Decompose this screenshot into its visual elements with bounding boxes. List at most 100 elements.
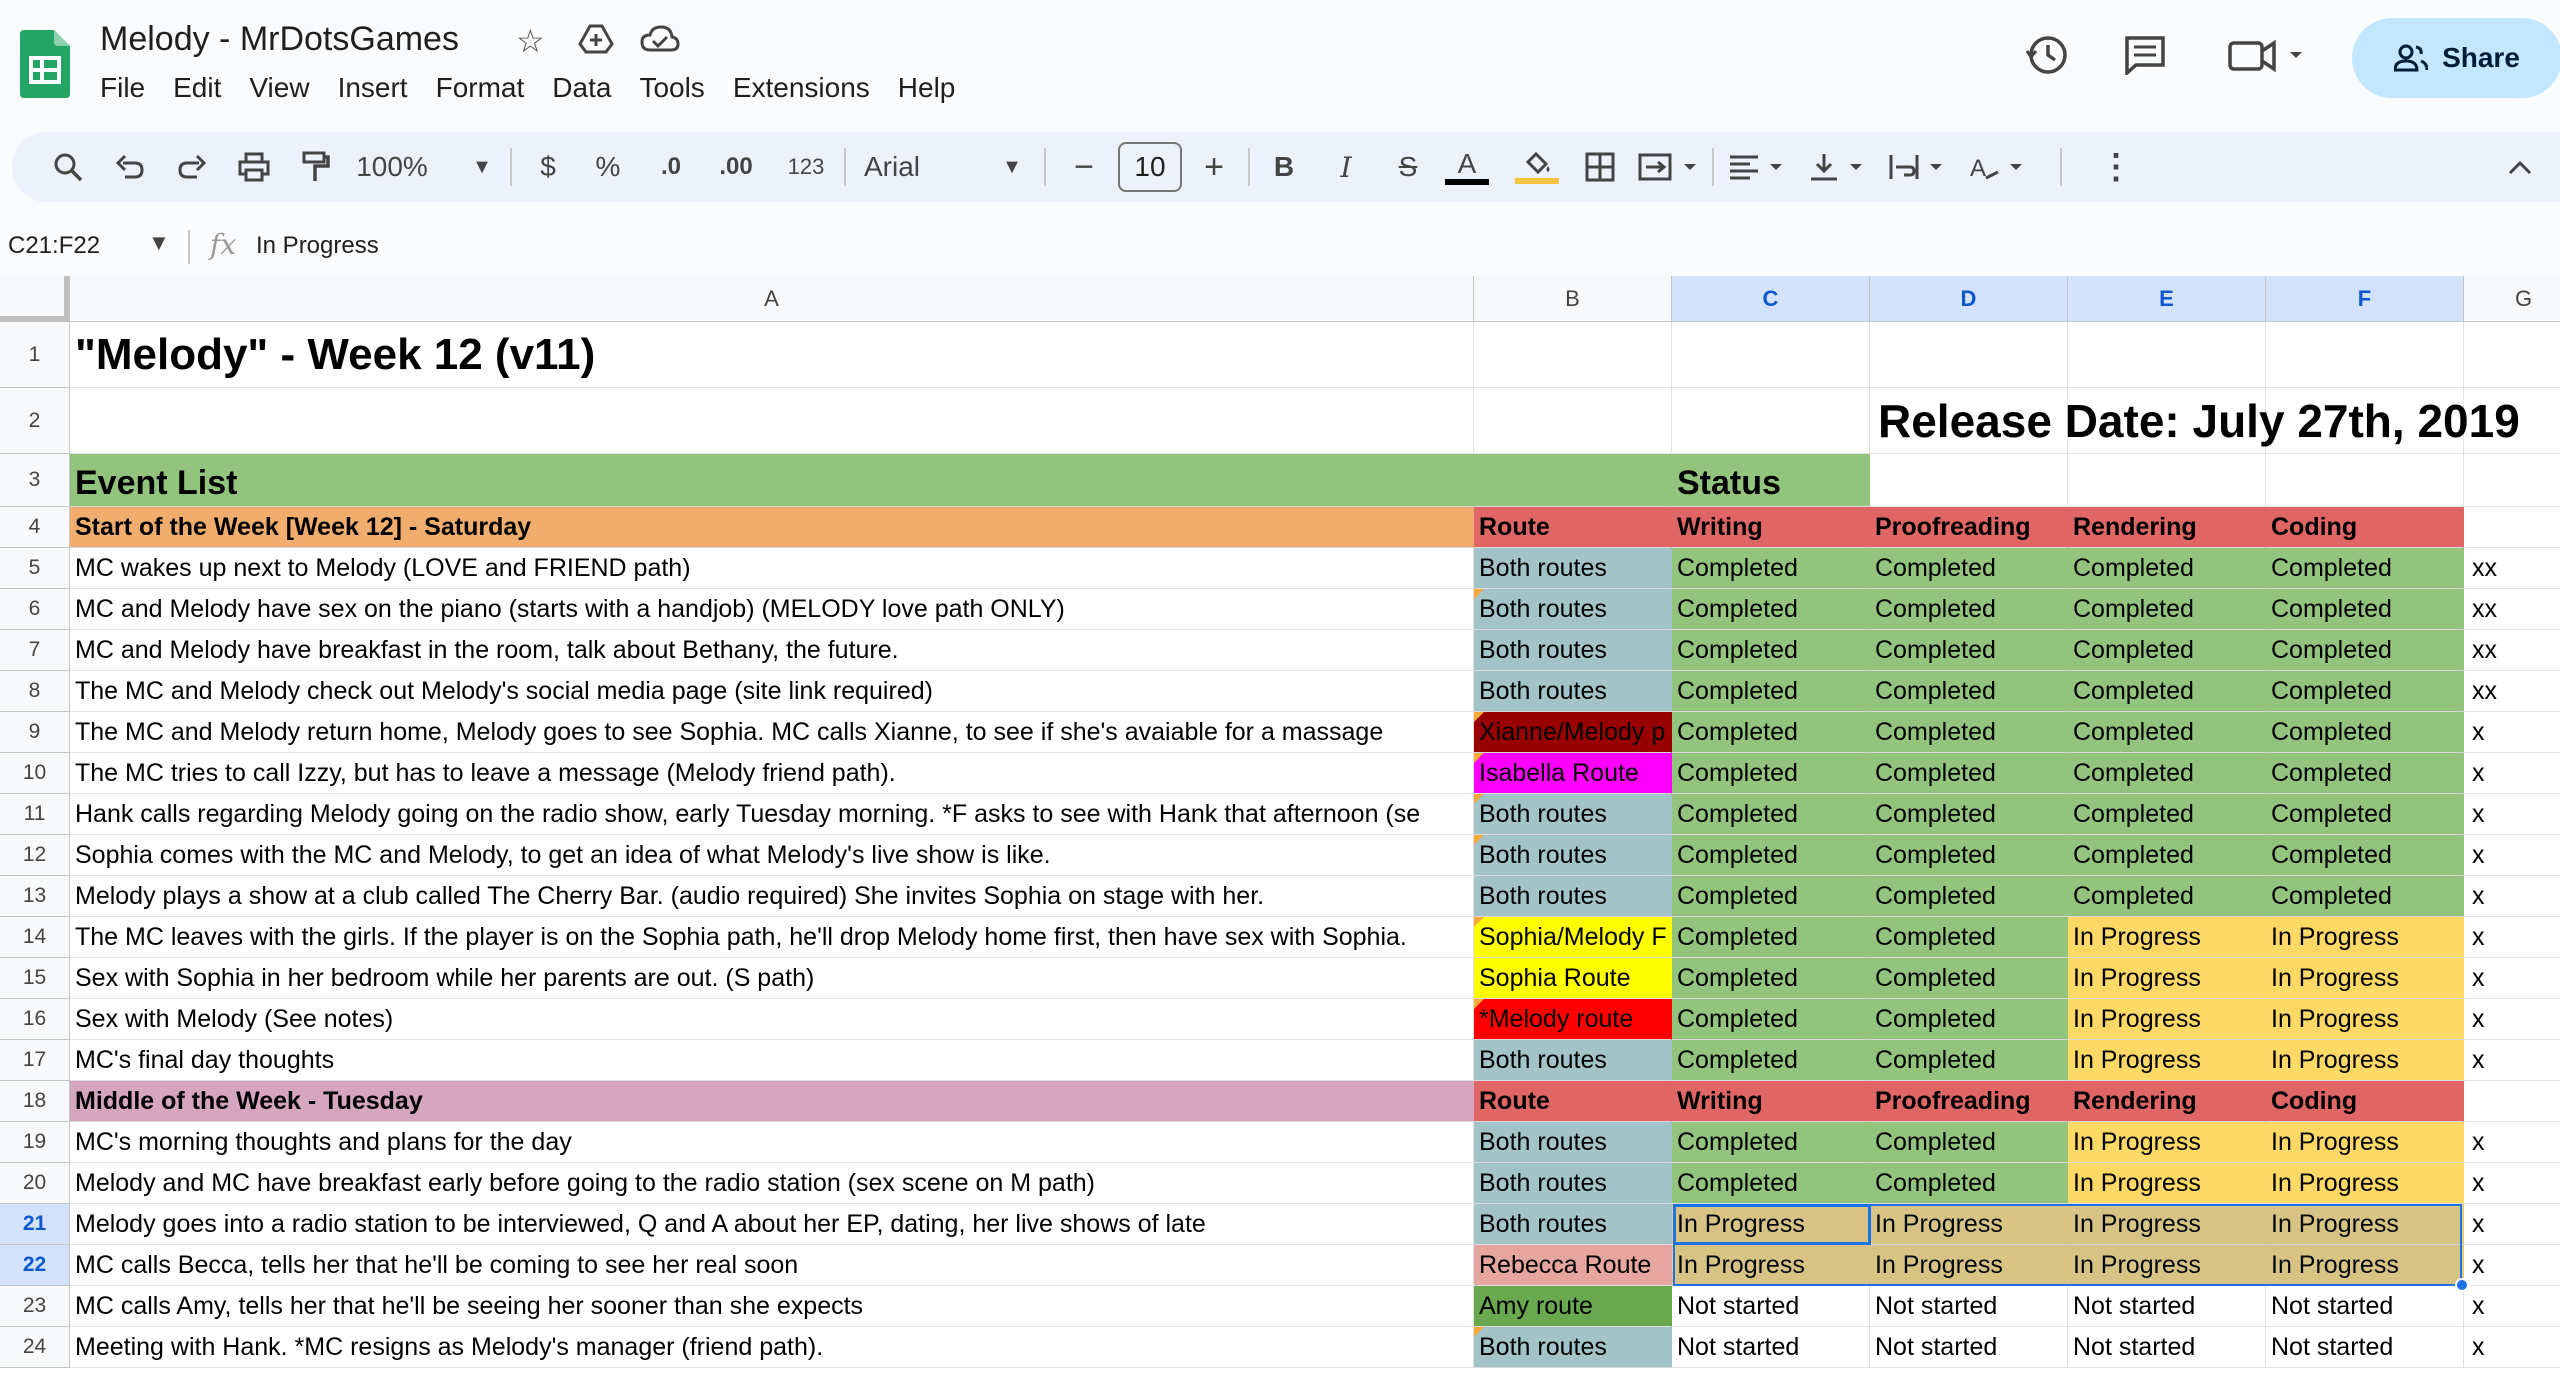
row-header[interactable]: 10 — [0, 753, 70, 794]
cell-e14[interactable]: In Progress — [2068, 917, 2266, 958]
cell-f1[interactable] — [2266, 322, 2464, 388]
name-box-dropdown-icon[interactable]: ▼ — [148, 230, 170, 256]
cell-g20[interactable]: x — [2464, 1163, 2560, 1204]
cell-f22[interactable]: In Progress — [2266, 1245, 2464, 1286]
horizontal-align-icon[interactable] — [1728, 132, 1794, 202]
menu-insert[interactable]: Insert — [338, 70, 422, 106]
cell-c7[interactable]: Completed — [1672, 630, 1870, 671]
cell-e15[interactable]: In Progress — [2068, 958, 2266, 999]
row-header[interactable]: 2 — [0, 388, 70, 454]
cell-f5[interactable]: Completed — [2266, 548, 2464, 589]
menu-tools[interactable]: Tools — [639, 70, 718, 106]
row-header[interactable]: 24 — [0, 1327, 70, 1368]
cell-f9[interactable]: Completed — [2266, 712, 2464, 753]
cell-g9[interactable]: x — [2464, 712, 2560, 753]
cell-e18[interactable]: Rendering — [2068, 1081, 2266, 1122]
cell-b6[interactable]: Both routes — [1474, 589, 1672, 630]
cell-d17[interactable]: Completed — [1870, 1040, 2068, 1081]
cell-c19[interactable]: Completed — [1672, 1122, 1870, 1163]
cell-e21[interactable]: In Progress — [2068, 1204, 2266, 1245]
cell-a16[interactable]: Sex with Melody (See notes) — [70, 999, 1474, 1040]
cell-b8[interactable]: Both routes — [1474, 671, 1672, 712]
cell-f7[interactable]: Completed — [2266, 630, 2464, 671]
cell-d12[interactable]: Completed — [1870, 835, 2068, 876]
cell-g8[interactable]: xx — [2464, 671, 2560, 712]
borders-icon[interactable] — [1578, 132, 1622, 202]
row-header[interactable]: 6 — [0, 589, 70, 630]
row-header[interactable]: 14 — [0, 917, 70, 958]
cell-g3[interactable] — [2464, 454, 2560, 507]
meet-icon[interactable] — [2228, 30, 2308, 80]
cell-c4[interactable]: Writing — [1672, 507, 1870, 548]
more-options-icon[interactable]: ⋮ — [2096, 132, 2136, 202]
column-header-g[interactable]: G — [2464, 276, 2560, 322]
font-dropdown-icon[interactable]: ▼ — [998, 132, 1026, 202]
cell-c23[interactable]: Not started — [1672, 1286, 1870, 1327]
row-header[interactable]: 22 — [0, 1245, 70, 1286]
version-history-icon[interactable] — [2022, 30, 2072, 80]
vertical-align-icon[interactable] — [1808, 132, 1874, 202]
increase-decimal-button[interactable]: .00 — [706, 132, 766, 202]
move-to-drive-icon[interactable] — [578, 24, 614, 62]
cell-d18[interactable]: Proofreading — [1870, 1081, 2068, 1122]
cell-f24[interactable]: Not started — [2266, 1327, 2464, 1368]
cell-a19[interactable]: MC's morning thoughts and plans for the … — [70, 1122, 1474, 1163]
cell-g19[interactable]: x — [2464, 1122, 2560, 1163]
text-color-icon[interactable]: A — [1442, 132, 1492, 202]
print-icon[interactable] — [232, 132, 276, 202]
cell-b16[interactable]: *Melody route — [1474, 999, 1672, 1040]
fill-color-icon[interactable] — [1512, 132, 1562, 202]
cell-b9[interactable]: Xianne/Melody p — [1474, 712, 1672, 753]
note-indicator-icon[interactable] — [1474, 999, 1484, 1009]
cell-e22[interactable]: In Progress — [2068, 1245, 2266, 1286]
cell-d10[interactable]: Completed — [1870, 753, 2068, 794]
cell-e9[interactable]: Completed — [2068, 712, 2266, 753]
cell-c18[interactable]: Writing — [1672, 1081, 1870, 1122]
row-header[interactable]: 11 — [0, 794, 70, 835]
cell-d13[interactable]: Completed — [1870, 876, 2068, 917]
cell-c20[interactable]: Completed — [1672, 1163, 1870, 1204]
search-menus-icon[interactable] — [46, 132, 90, 202]
font-size-input[interactable]: 10 — [1118, 142, 1182, 192]
cell-e17[interactable]: In Progress — [2068, 1040, 2266, 1081]
row-header[interactable]: 13 — [0, 876, 70, 917]
cell-d21[interactable]: In Progress — [1870, 1204, 2068, 1245]
cell-d19[interactable]: Completed — [1870, 1122, 2068, 1163]
cell-c8[interactable]: Completed — [1672, 671, 1870, 712]
menu-view[interactable]: View — [249, 70, 323, 106]
menu-data[interactable]: Data — [552, 70, 625, 106]
row-header[interactable]: 9 — [0, 712, 70, 753]
percent-format-button[interactable]: % — [586, 132, 630, 202]
cell-e8[interactable]: Completed — [2068, 671, 2266, 712]
cell-d5[interactable]: Completed — [1870, 548, 2068, 589]
row-header[interactable]: 1 — [0, 322, 70, 388]
bold-icon[interactable]: B — [1262, 132, 1306, 202]
cell-c10[interactable]: Completed — [1672, 753, 1870, 794]
cell-d11[interactable]: Completed — [1870, 794, 2068, 835]
cell-f21[interactable]: In Progress — [2266, 1204, 2464, 1245]
cell-d16[interactable]: Completed — [1870, 999, 2068, 1040]
cell-g7[interactable]: xx — [2464, 630, 2560, 671]
cell-c13[interactable]: Completed — [1672, 876, 1870, 917]
cell-c24[interactable]: Not started — [1672, 1327, 1870, 1368]
cell-a18[interactable]: Middle of the Week - Tuesday — [70, 1081, 1474, 1122]
cell-d2[interactable]: Release Date: July 27th, 2019 — [1870, 388, 2520, 454]
cell-a12[interactable]: Sophia comes with the MC and Melody, to … — [70, 835, 1474, 876]
cell-a5[interactable]: MC wakes up next to Melody (LOVE and FRI… — [70, 548, 1474, 589]
strikethrough-icon[interactable]: S — [1386, 132, 1430, 202]
cell-c6[interactable]: Completed — [1672, 589, 1870, 630]
cell-g6[interactable]: xx — [2464, 589, 2560, 630]
cell-b24[interactable]: Both routes — [1474, 1327, 1672, 1368]
cell-d9[interactable]: Completed — [1870, 712, 2068, 753]
note-indicator-icon[interactable] — [1474, 712, 1484, 722]
row-header[interactable]: 5 — [0, 548, 70, 589]
row-header[interactable]: 21 — [0, 1204, 70, 1245]
cell-d23[interactable]: Not started — [1870, 1286, 2068, 1327]
cell-c9[interactable]: Completed — [1672, 712, 1870, 753]
cell-e6[interactable]: Completed — [2068, 589, 2266, 630]
cell-c22[interactable]: In Progress — [1672, 1245, 1870, 1286]
merge-cells-icon[interactable] — [1638, 132, 1704, 202]
undo-icon[interactable] — [108, 132, 152, 202]
cell-f14[interactable]: In Progress — [2266, 917, 2464, 958]
cell-d20[interactable]: Completed — [1870, 1163, 2068, 1204]
